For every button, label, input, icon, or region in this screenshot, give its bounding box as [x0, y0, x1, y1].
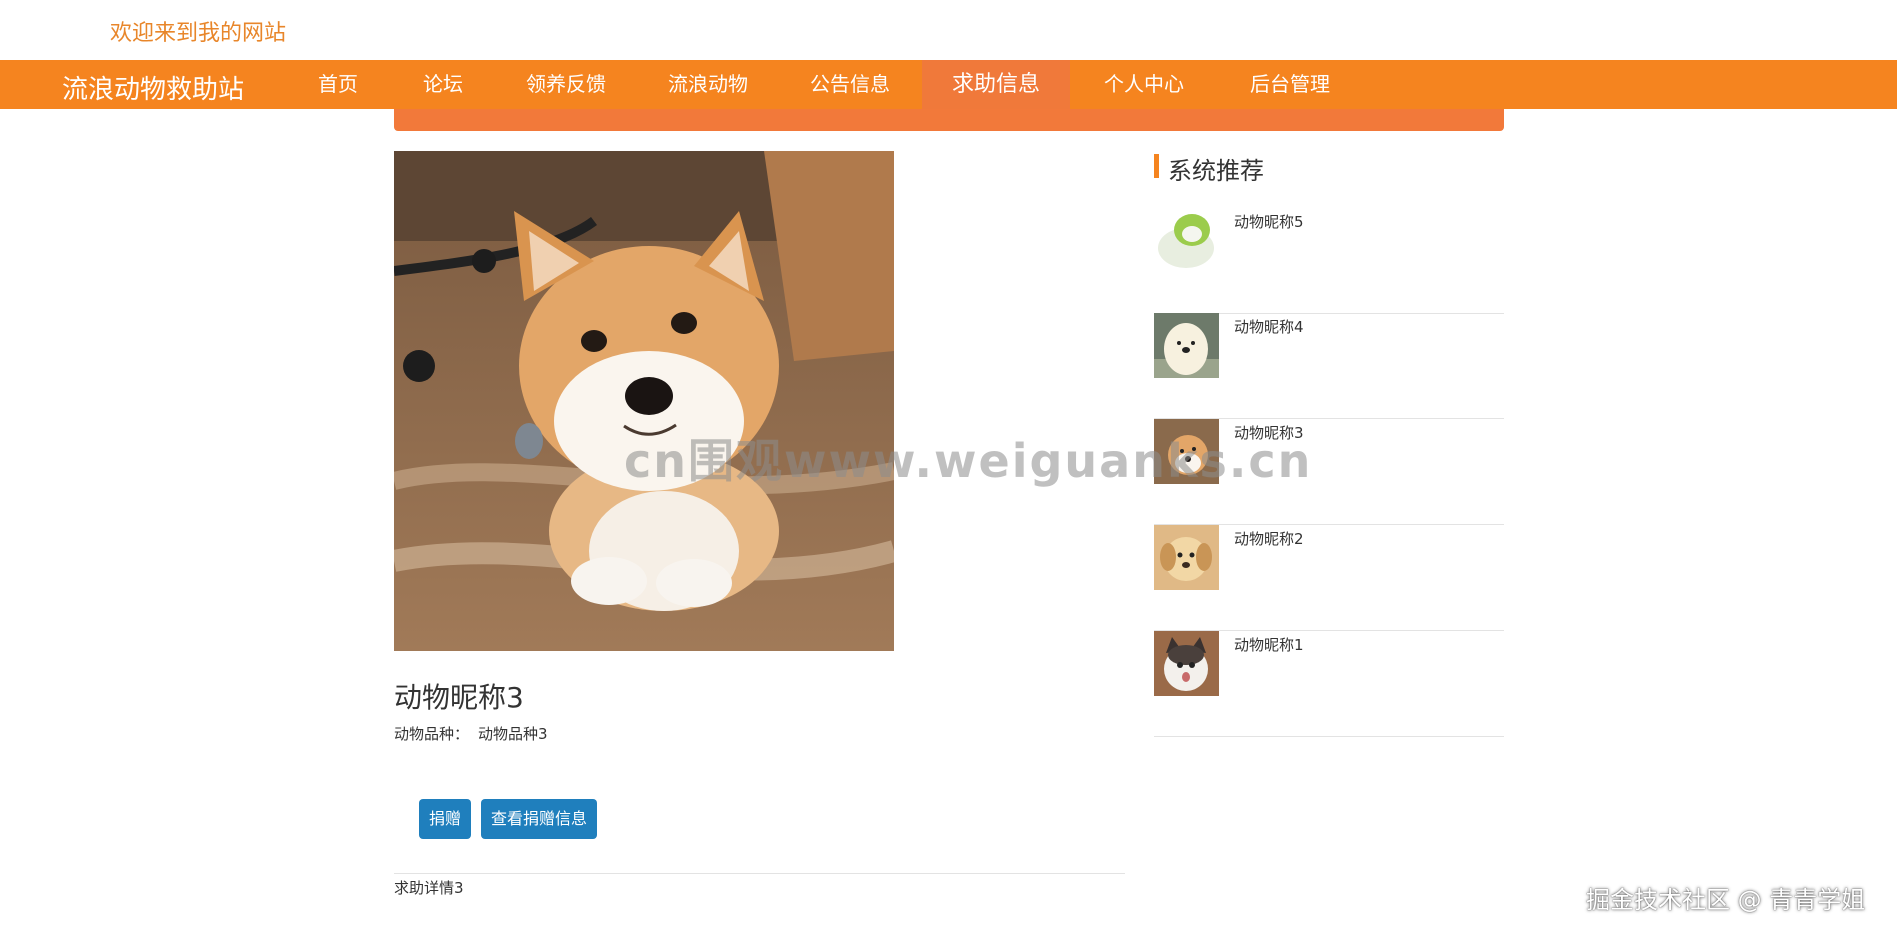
- nav-item-forum[interactable]: 论坛: [398, 60, 488, 109]
- breed-value: 动物品种3: [478, 725, 548, 743]
- main-navbar: 流浪动物救助站 首页 论坛 领养反馈 流浪动物 公告信息 求助信息 个人中心 后…: [0, 60, 1897, 109]
- content-divider: [394, 873, 1125, 874]
- recommend-item[interactable]: 动物昵称2: [1154, 525, 1504, 631]
- corner-credit: 掘金技术社区 @ 青青学姐: [1586, 886, 1866, 914]
- donate-button[interactable]: 捐赠: [419, 799, 471, 839]
- recommend-item[interactable]: 动物昵称1: [1154, 631, 1504, 737]
- recommend-item[interactable]: 动物昵称4: [1154, 313, 1504, 419]
- animal-photo: [394, 151, 894, 651]
- site-brand[interactable]: 流浪动物救助站: [62, 69, 244, 106]
- nav-item-admin[interactable]: 后台管理: [1232, 60, 1348, 109]
- nav-item-stray-animals[interactable]: 流浪动物: [650, 60, 766, 109]
- recommend-name[interactable]: 动物昵称4: [1234, 316, 1304, 337]
- recommend-name[interactable]: 动物昵称5: [1234, 211, 1304, 232]
- watermark-overlay: cn围观www.weiguanks.cn: [624, 434, 1313, 488]
- recommend-name[interactable]: 动物昵称1: [1234, 634, 1304, 655]
- recommend-thumbnail[interactable]: [1154, 208, 1219, 273]
- help-detail-text: 求助详情3: [394, 879, 464, 897]
- welcome-text: 欢迎来到我的网站: [110, 21, 287, 46]
- nav-item-home[interactable]: 首页: [288, 60, 388, 109]
- nav-item-adoption-feedback[interactable]: 领养反馈: [508, 60, 624, 109]
- recommend-name[interactable]: 动物昵称2: [1234, 528, 1304, 549]
- nav-item-announcements[interactable]: 公告信息: [792, 60, 908, 109]
- recommend-thumbnail[interactable]: [1154, 525, 1219, 590]
- view-donations-button[interactable]: 查看捐赠信息: [481, 799, 597, 839]
- page-banner-strip: [394, 109, 1504, 131]
- nav-item-personal-center[interactable]: 个人中心: [1086, 60, 1202, 109]
- recommend-thumbnail[interactable]: [1154, 313, 1219, 378]
- breed-label: 动物品种：: [394, 725, 470, 743]
- recommend-item[interactable]: 动物昵称5: [1154, 208, 1504, 314]
- top-bar: 欢迎来到我的网站: [0, 0, 1897, 60]
- heading-accent-bar: [1154, 154, 1159, 178]
- animal-title: 动物昵称3: [394, 681, 524, 714]
- sidebar-heading: 系统推荐: [1168, 157, 1264, 185]
- nav-item-help-info[interactable]: 求助信息: [922, 60, 1070, 109]
- recommend-thumbnail[interactable]: [1154, 631, 1219, 696]
